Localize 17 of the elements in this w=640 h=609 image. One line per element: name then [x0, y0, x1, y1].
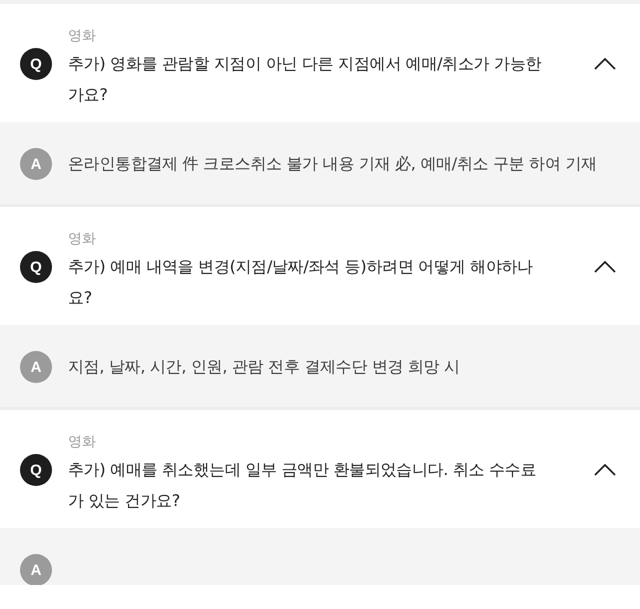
answer-badge: A [20, 554, 52, 585]
question-text[interactable]: 추가) 예매를 취소했는데 일부 금액만 환불되었습니다. 취소 수수료가 있는 건가요? [68, 454, 546, 516]
category-label: 영화 [68, 433, 97, 452]
answer-text: 온라인통합결제 件 크로스취소 불가 내용 기재 必, 예매/취소 구분 하여 기재 [68, 153, 597, 175]
category-label: 영화 [68, 27, 97, 46]
question-badge: Q [20, 48, 52, 80]
question-text[interactable]: 추가) 예매 내역을 변경(지점/날짜/좌석 등)하려면 어떻게 해야하나요? [68, 251, 546, 313]
chevron-up-icon[interactable] [594, 58, 616, 70]
answer-badge: A [20, 148, 52, 180]
question-badge: Q [20, 454, 52, 486]
answer-text: 지점, 날짜, 시간, 인원, 관람 전후 결제수단 변경 희망 시 [68, 356, 460, 378]
question-text[interactable]: 추가) 영화를 관람할 지점이 아닌 다른 지점에서 예매/취소가 가능한가요? [68, 48, 546, 110]
category-label: 영화 [68, 230, 97, 249]
answer-badge: A [20, 351, 52, 383]
chevron-up-icon[interactable] [594, 261, 616, 273]
chevron-up-icon[interactable] [594, 464, 616, 476]
question-badge: Q [20, 251, 52, 283]
